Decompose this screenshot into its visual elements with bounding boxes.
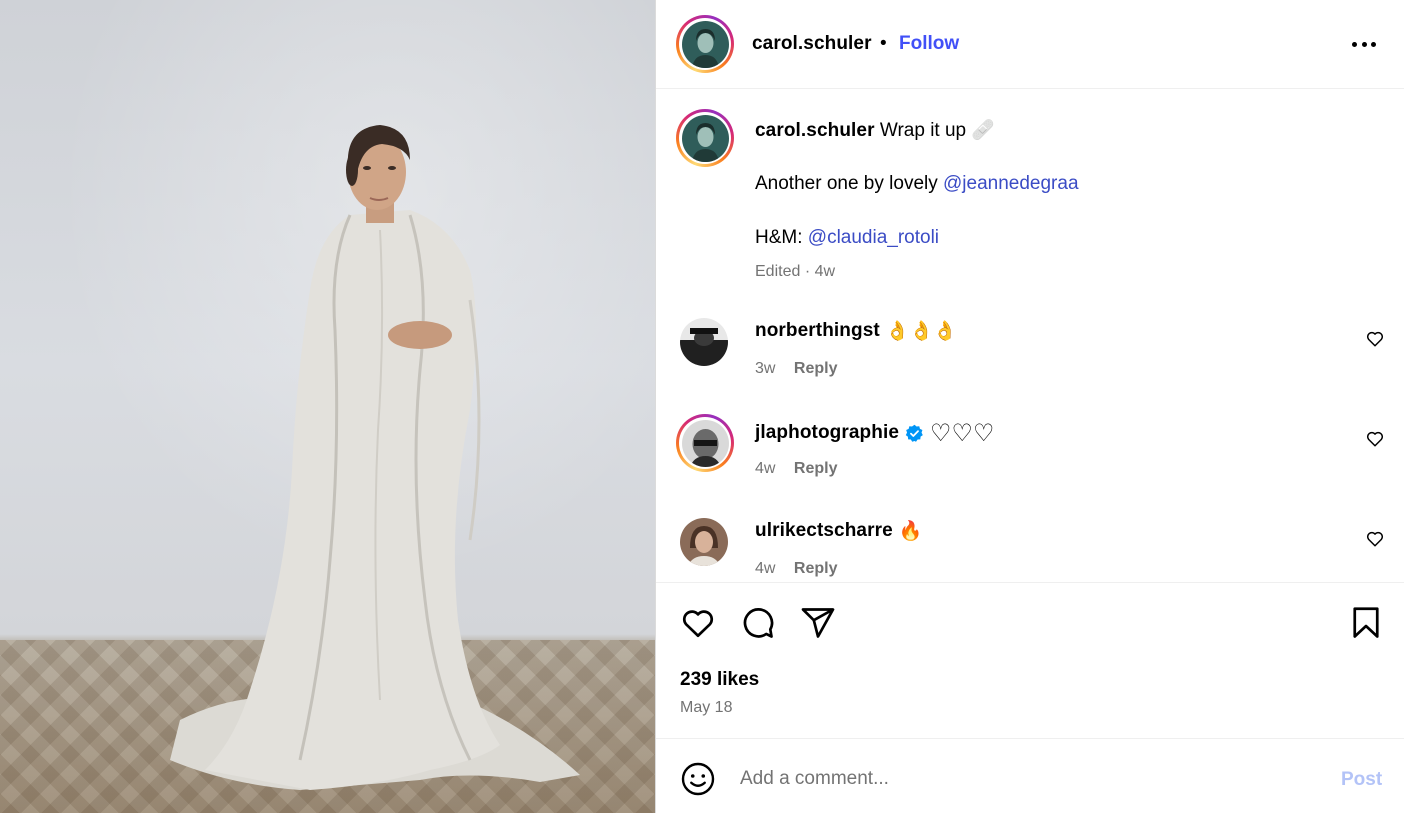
heart-icon[interactable] <box>680 605 716 641</box>
reply-button[interactable]: Reply <box>794 560 838 577</box>
mention-link[interactable]: @claudia_rotoli <box>808 227 939 248</box>
comment-item: norberthingst 👌👌👌 3w Reply <box>656 318 1404 398</box>
follow-button[interactable]: Follow <box>899 33 959 55</box>
comment-body: ulrikectscharre 🔥 <box>755 519 923 543</box>
comment-username[interactable]: jlaphotographie <box>755 422 899 444</box>
comment-meta: 3w Reply <box>755 360 837 378</box>
comment-item: ulrikectscharre 🔥 4w Reply <box>656 518 1404 582</box>
comment-time: 4w <box>755 460 776 477</box>
reply-button[interactable]: Reply <box>794 460 838 477</box>
post-comment-button[interactable]: Post <box>1341 769 1382 791</box>
caption-text: Wrap it up <box>879 120 967 141</box>
comment-time: 4w <box>755 560 776 577</box>
comment-item: jlaphotographie ♡♡♡ 4w Reply <box>656 414 1404 498</box>
photo-figure <box>170 125 580 790</box>
commenter-avatar[interactable] <box>680 318 728 366</box>
caption-meta: Edited · 4w <box>755 263 836 280</box>
comment-like-heart-icon[interactable] <box>1366 330 1384 348</box>
verified-badge-icon <box>905 424 923 442</box>
caption-author-avatar[interactable] <box>676 109 734 167</box>
author-avatar[interactable] <box>676 15 734 73</box>
reply-button[interactable]: Reply <box>794 360 838 377</box>
comment-meta: 4w Reply <box>755 560 837 578</box>
caption-line-3: H&M: @claudia_rotoli <box>755 227 939 249</box>
comment-text: ♡♡♡ <box>930 419 995 447</box>
likes-count[interactable]: 239 likes <box>680 669 759 691</box>
comment-like-heart-icon[interactable] <box>1366 530 1384 548</box>
caption-line-1: carol.schuler Wrap it up 🩹 <box>755 118 995 142</box>
author-username[interactable]: carol.schuler <box>752 33 872 55</box>
commenter-avatar[interactable] <box>676 414 734 472</box>
comment-input[interactable] <box>740 761 1320 797</box>
more-options-icon[interactable] <box>1346 32 1382 56</box>
author-avatar-image <box>681 20 729 68</box>
comment-username[interactable]: norberthingst <box>755 320 880 342</box>
comment-username[interactable]: ulrikectscharre <box>755 520 893 542</box>
commenter-avatar-image <box>681 419 729 467</box>
comment-icon[interactable] <box>740 605 776 641</box>
commenter-avatar-image <box>680 518 728 566</box>
commenter-avatar-image <box>680 318 728 366</box>
post-date[interactable]: May 18 <box>680 699 732 717</box>
mention-link[interactable]: @jeannedegraa <box>943 173 1079 194</box>
commenter-avatar[interactable] <box>680 518 728 566</box>
comment-body: jlaphotographie ♡♡♡ <box>755 419 995 447</box>
comment-text: 🔥 <box>898 520 923 542</box>
caption-emoji: 🩹 <box>971 119 996 141</box>
paper-plane-icon[interactable] <box>800 605 836 641</box>
post-actions: 239 likes May 18 <box>656 582 1404 738</box>
bookmark-icon[interactable] <box>1348 605 1384 641</box>
caption-username[interactable]: carol.schuler <box>755 120 875 141</box>
comments-section[interactable]: carol.schuler Wrap it up 🩹 Another one b… <box>656 90 1404 582</box>
post-side-panel: carol.schuler • Follow carol.schuler Wra… <box>655 0 1404 813</box>
comment-like-heart-icon[interactable] <box>1366 430 1384 448</box>
add-comment-bar: Post <box>656 738 1404 813</box>
post-photo[interactable] <box>0 0 655 813</box>
comment-body: norberthingst 👌👌👌 <box>755 319 957 343</box>
comment-text: 👌👌👌 <box>885 320 957 342</box>
header-separator: • <box>880 33 887 54</box>
caption-avatar-image <box>681 114 729 162</box>
comment-time: 3w <box>755 360 776 377</box>
caption-line-2: Another one by lovely @jeannedegraa <box>755 173 1079 195</box>
comment-meta: 4w Reply <box>755 460 837 478</box>
caption-line-3-text: H&M: <box>755 227 803 248</box>
smile-icon[interactable] <box>680 761 716 797</box>
caption-line-2-text: Another one by lovely <box>755 173 938 194</box>
post-header: carol.schuler • Follow <box>656 0 1404 89</box>
